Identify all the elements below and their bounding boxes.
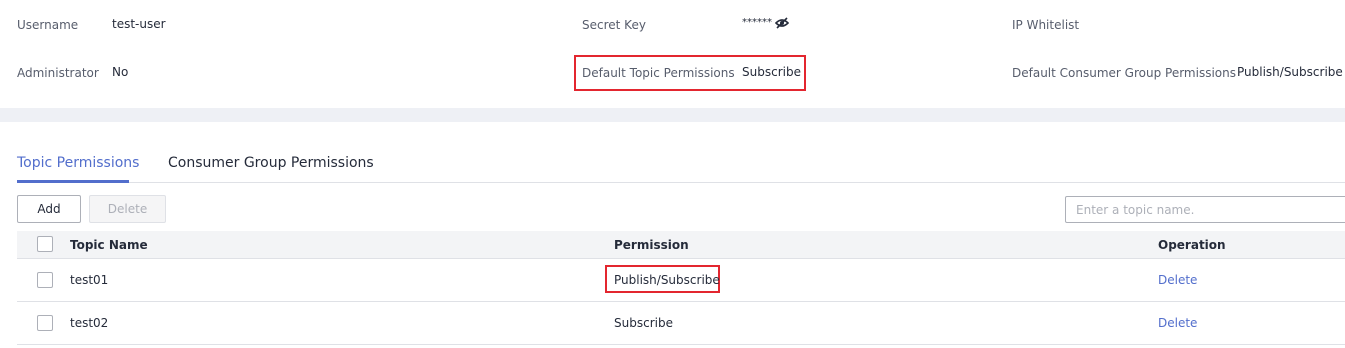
active-tab-indicator bbox=[17, 180, 129, 183]
row-delete-link[interactable]: Delete bbox=[1158, 272, 1197, 288]
permission-cell: Subscribe bbox=[614, 316, 673, 330]
table-row: test02 Subscribe Delete bbox=[17, 302, 1345, 345]
administrator-label: Administrator bbox=[17, 66, 99, 80]
permission-cell: Publish/Subscribe bbox=[614, 273, 720, 287]
column-header-topic-name: Topic Name bbox=[70, 238, 148, 252]
add-button[interactable]: Add bbox=[17, 195, 81, 223]
delete-button[interactable]: Delete bbox=[89, 195, 166, 223]
topic-search-input[interactable] bbox=[1065, 196, 1345, 223]
default-consumer-group-permissions-value: Publish/Subscribe bbox=[1237, 65, 1343, 79]
row-checkbox[interactable] bbox=[37, 315, 53, 331]
topic-name-cell: test01 bbox=[70, 273, 109, 287]
ip-whitelist-label: IP Whitelist bbox=[1012, 18, 1080, 32]
default-topic-permissions-value: Subscribe bbox=[742, 65, 801, 79]
table-header: Topic Name Permission Operation bbox=[17, 231, 1345, 259]
section-divider bbox=[0, 108, 1345, 122]
column-header-permission: Permission bbox=[614, 238, 689, 252]
username-label: Username bbox=[17, 18, 79, 32]
default-consumer-group-permissions-label: Default Consumer Group Permissions bbox=[1012, 66, 1236, 80]
tab-consumer-group-permissions[interactable]: Consumer Group Permissions bbox=[168, 154, 374, 172]
row-checkbox[interactable] bbox=[37, 272, 53, 288]
eye-off-icon[interactable] bbox=[774, 16, 790, 30]
row-delete-link[interactable]: Delete bbox=[1158, 315, 1197, 331]
administrator-value: No bbox=[112, 65, 129, 79]
user-info-panel: Username test-user Secret Key ****** IP … bbox=[0, 0, 1345, 108]
secret-key-label: Secret Key bbox=[582, 18, 646, 32]
table-row: test01 Publish/Subscribe Delete bbox=[17, 259, 1345, 302]
default-topic-permissions-label: Default Topic Permissions bbox=[582, 66, 735, 80]
tab-topic-permissions[interactable]: Topic Permissions bbox=[17, 154, 139, 172]
permission-tabs: Topic Permissions Consumer Group Permiss… bbox=[17, 122, 1345, 183]
username-value: test-user bbox=[112, 17, 166, 31]
column-header-operation: Operation bbox=[1158, 238, 1226, 252]
select-all-checkbox[interactable] bbox=[37, 236, 53, 252]
secret-key-value: ****** bbox=[742, 17, 772, 28]
topic-name-cell: test02 bbox=[70, 316, 109, 330]
